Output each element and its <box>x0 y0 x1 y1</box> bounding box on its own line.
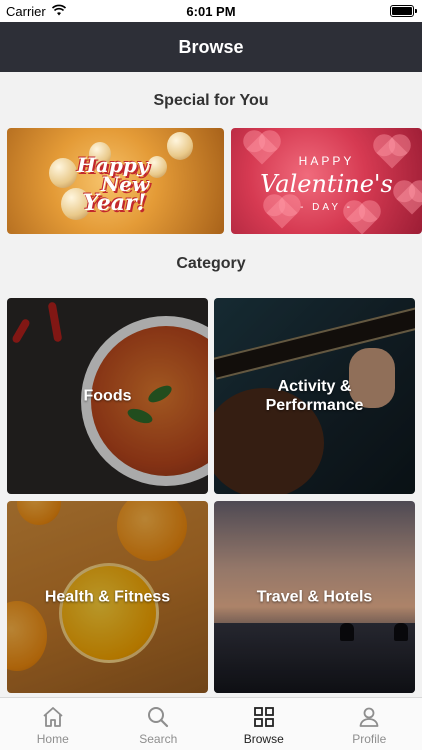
balloon-decoration <box>167 132 193 160</box>
tab-label: Home <box>36 732 69 746</box>
page-title: Browse <box>178 37 244 57</box>
balloon-decoration <box>49 158 77 188</box>
category-label: Activity & Performance <box>265 378 364 414</box>
promo-card-valentines[interactable]: HAPPY Valentine's - DAY - <box>231 128 422 234</box>
tab-bar: Home Search Browse Profile <box>0 697 422 750</box>
status-bar: Carrier 6:01 PM <box>0 0 422 22</box>
search-icon <box>146 705 170 729</box>
category-label: Health & Fitness <box>44 588 171 606</box>
category-card-travel-hotels[interactable]: Travel & Hotels <box>214 501 415 693</box>
tab-home[interactable]: Home <box>0 698 106 750</box>
category-section-title: Category <box>176 255 246 272</box>
tab-label: Profile <box>352 732 387 746</box>
home-icon <box>41 705 65 729</box>
category-card-health-fitness[interactable]: Health & Fitness <box>7 501 208 693</box>
tab-profile[interactable]: Profile <box>317 698 422 750</box>
valentines-greeting: HAPPY Valentine's - DAY - <box>260 154 393 213</box>
category-label: Travel & Hotels <box>256 588 373 606</box>
grid-icon <box>252 705 276 729</box>
clock: 6:01 PM <box>186 4 236 19</box>
category-label: Foods <box>83 387 132 405</box>
category-card-foods[interactable]: Foods <box>7 298 208 494</box>
tab-label: Search <box>139 732 178 746</box>
tab-label: Browse <box>243 732 284 746</box>
new-year-greeting: Happy New Year! <box>77 153 150 216</box>
balloon-decoration <box>147 156 167 178</box>
special-section-title: Special for You <box>153 92 269 109</box>
profile-icon <box>357 705 381 729</box>
promo-card-new-year[interactable]: Happy New Year! <box>7 128 224 234</box>
nav-bar: Browse <box>0 22 422 72</box>
battery-icon <box>390 5 417 17</box>
tab-search[interactable]: Search <box>106 698 212 750</box>
tab-browse[interactable]: Browse <box>211 698 317 750</box>
category-card-activity-performance[interactable]: Activity & Performance <box>214 298 415 494</box>
